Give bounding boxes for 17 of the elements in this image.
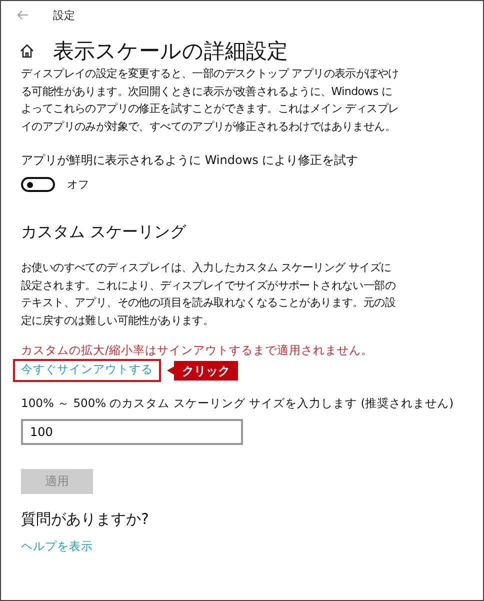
intro-paragraph: ディスプレイの設定を変更すると、一部のデスクトップ アプリの表示がぼやける可能性があります。次回開くときに表示が改善されるように、Windows によってこれらのアプリの修正を試すことができます。これはメイン ディスプレイのアプリのみが対象で、すべてのアプリが修正されるわけではありません。 bbox=[21, 66, 400, 134]
back-arrow-icon[interactable] bbox=[17, 10, 29, 20]
input-label: 100% ～ 500% のカスタム スケーリング サイズを入力します (推奨されません) bbox=[21, 396, 454, 411]
warning-text: カスタムの拡大/縮小率はサインアウトするまで適用されません。 bbox=[21, 343, 373, 358]
toggle-state: オフ bbox=[67, 177, 89, 192]
section-heading: カスタム スケーリング bbox=[21, 222, 186, 243]
help-heading: 質問がありますか? bbox=[21, 510, 149, 529]
scaling-input-field[interactable]: 100 bbox=[21, 419, 243, 445]
sign-out-link[interactable]: 今すぐサインアウトする bbox=[13, 359, 161, 382]
window-title: 設定 bbox=[53, 8, 75, 22]
help-link[interactable]: ヘルプを表示 bbox=[21, 539, 93, 554]
page-title: 表示スケールの詳細設定 bbox=[53, 38, 288, 65]
click-callout: クリック bbox=[167, 360, 238, 380]
description-paragraph: お使いのすべてのディスプレイは、入力したカスタム スケーリング サイズに設定されます。これにより、ディスプレイでサイズがサポートされない一部のテキスト、アプリ、その他の項目を読み取れなくなることがあります。元の設定に戻すのは難しい可能性があります。 bbox=[21, 260, 397, 328]
home-icon[interactable] bbox=[19, 43, 35, 59]
setting-label: アプリが鮮明に表示されるように Windows により修正を試す bbox=[21, 152, 358, 169]
toggle-switch[interactable] bbox=[21, 177, 55, 192]
